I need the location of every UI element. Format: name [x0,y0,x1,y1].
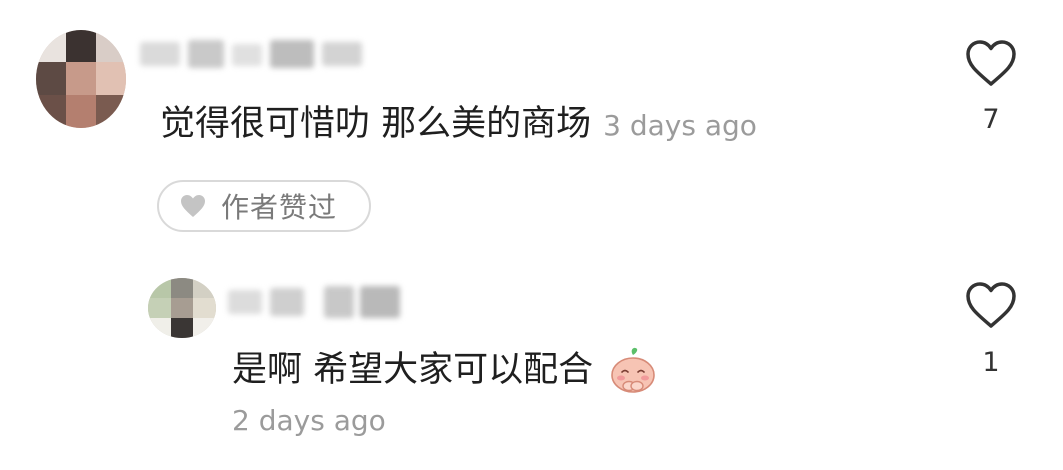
commenter-name-redacted[interactable] [140,34,370,74]
commenter-avatar[interactable] [36,30,126,128]
comment-like-count: 7 [982,104,1000,135]
author-liked-badge: 作者赞过 [157,180,371,232]
comment-text: 觉得很可惜叻 那么美的商场 [160,104,592,144]
comment-timestamp: 3 days ago [603,109,757,142]
heart-filled-icon [181,195,205,217]
reply-like-heart-icon[interactable] [964,280,1018,330]
reply-text: 是啊 希望大家可以配合 [232,350,594,390]
replier-avatar[interactable] [148,278,216,338]
reply-timestamp: 2 days ago [232,404,386,437]
comment-body: 觉得很可惜叻 那么美的商场 3 days ago [160,100,757,150]
author-liked-label: 作者赞过 [221,191,338,224]
replier-name-redacted[interactable] [228,282,418,322]
reply-like-count: 1 [982,347,1000,378]
comment-like-heart-icon[interactable] [964,38,1018,88]
reply-body: 是啊 希望大家可以配合 [232,345,659,395]
sweet-bun-emoji-icon [611,347,655,393]
